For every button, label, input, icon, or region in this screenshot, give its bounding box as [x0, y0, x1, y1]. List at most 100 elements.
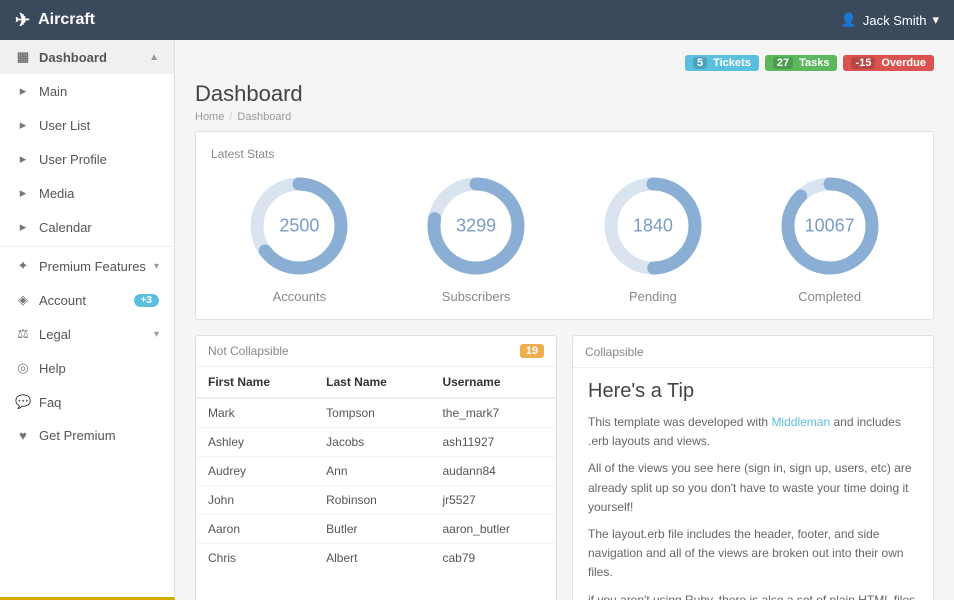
sidebar-divider-1	[0, 246, 174, 247]
tasks-count: 27	[773, 57, 793, 69]
sidebar-item-legal[interactable]: ⚖ Legal ▾	[0, 317, 174, 351]
cell-username: cab79	[430, 544, 556, 573]
stats-title: Latest Stats	[211, 147, 918, 161]
tip-panel: Collapsible Here's a Tip This template w…	[572, 335, 934, 600]
col-firstname: First Name	[196, 367, 314, 398]
user-dropdown-icon: ▾	[932, 12, 939, 28]
account-badge: +3	[134, 294, 159, 307]
sidebar-item-get-premium[interactable]: ♥ Get Premium	[0, 419, 174, 452]
col-username: Username	[430, 367, 556, 398]
plane-icon: ✈	[15, 10, 30, 31]
sidebar-item-main[interactable]: ▸ Main	[0, 74, 174, 108]
cell-firstname: John	[196, 486, 314, 515]
cell-username: jr5527	[430, 486, 556, 515]
main-icon: ▸	[15, 83, 31, 99]
tasks-badge: 27 Tasks	[765, 55, 838, 71]
overdue-count: -15	[851, 57, 875, 69]
tip-para-3: The layout.erb file includes the header,…	[588, 525, 918, 583]
sidebar-label-premium: Premium Features	[39, 259, 146, 274]
cell-lastname: Tompson	[314, 398, 430, 428]
cell-username: ash11927	[430, 428, 556, 457]
donut-subscribers: 3299	[421, 171, 531, 281]
chevron-up-icon: ▲	[149, 52, 159, 63]
donut-label-accounts: 2500	[279, 216, 319, 237]
donut-pending: 1840	[598, 171, 708, 281]
cell-lastname: Butler	[314, 515, 430, 544]
sidebar-label-userlist: User List	[39, 118, 90, 133]
table-row: John Robinson jr5527	[196, 486, 556, 515]
sidebar-item-user-profile[interactable]: ▸ User Profile	[0, 142, 174, 176]
sidebar-label-help: Help	[39, 361, 66, 376]
sidebar-item-media[interactable]: ▸ Media	[0, 176, 174, 210]
cell-lastname: Jacobs	[314, 428, 430, 457]
chart-subscribers: 3299 Subscribers	[421, 171, 531, 304]
sidebar-label-faq: Faq	[39, 395, 61, 410]
sidebar-item-user-list[interactable]: ▸ User List	[0, 108, 174, 142]
user-name: Jack Smith	[863, 13, 927, 28]
sidebar-item-dashboard[interactable]: ▦ Dashboard ▲	[0, 40, 174, 74]
sidebar-item-faq[interactable]: 💬 Faq	[0, 385, 174, 419]
sidebar-item-help[interactable]: ◎ Help	[0, 351, 174, 385]
table-panel-header: Not Collapsible 19	[196, 336, 556, 367]
stats-section: Latest Stats 2500 Accounts	[195, 131, 934, 320]
cell-firstname: Mark	[196, 398, 314, 428]
cell-firstname: Aaron	[196, 515, 314, 544]
col-lastname: Last Name	[314, 367, 430, 398]
sidebar-label-media: Media	[39, 186, 74, 201]
tickets-badge: 5 Tickets	[685, 55, 759, 71]
page-header: Dashboard Home / Dashboard	[195, 81, 934, 123]
bottom-row: Not Collapsible 19 First Name Last Name …	[195, 335, 934, 600]
chart-completed: 10067 Completed	[775, 171, 885, 304]
chevron-down-icon: ▾	[154, 261, 159, 272]
cell-username: audann84	[430, 457, 556, 486]
sidebar-label-main: Main	[39, 84, 67, 99]
donut-label-subscribers: 3299	[456, 216, 496, 237]
cell-firstname: Ashley	[196, 428, 314, 457]
table-header-row: First Name Last Name Username	[196, 367, 556, 398]
help-icon: ◎	[15, 360, 31, 376]
sidebar-item-calendar[interactable]: ▸ Calendar	[0, 210, 174, 244]
legal-chevron-icon: ▾	[154, 329, 159, 340]
breadcrumb-sep: /	[229, 111, 232, 123]
sidebar-item-account[interactable]: ◈ Account +3	[0, 283, 174, 317]
tip-panel-header: Collapsible	[573, 336, 933, 368]
cell-lastname: Ann	[314, 457, 430, 486]
middleman-link[interactable]: Middleman	[771, 415, 830, 429]
sidebar-item-premium-features[interactable]: ✦ Premium Features ▾	[0, 249, 174, 283]
tickets-count: 5	[693, 57, 707, 69]
user-menu[interactable]: 👤 Jack Smith ▾	[841, 12, 939, 28]
sidebar-label-calendar: Calendar	[39, 220, 92, 235]
cell-firstname: Chris	[196, 544, 314, 573]
chart-accounts: 2500 Accounts	[244, 171, 354, 304]
sidebar-label-userprofile: User Profile	[39, 152, 107, 167]
donut-label-completed: 10067	[805, 216, 855, 237]
cell-username: the_mark7	[430, 398, 556, 428]
sidebar: ▦ Dashboard ▲ ▸ Main ▸ User List ▸ User …	[0, 40, 175, 600]
sidebar-label-legal: Legal	[39, 327, 71, 342]
tasks-label: Tasks	[799, 57, 829, 69]
chart-name-completed: Completed	[798, 289, 861, 304]
sidebar-label-account: Account	[39, 293, 86, 308]
cell-firstname: Audrey	[196, 457, 314, 486]
breadcrumb: Home / Dashboard	[195, 111, 934, 123]
breadcrumb-home[interactable]: Home	[195, 111, 224, 123]
table-body: Mark Tompson the_mark7 Ashley Jacobs ash…	[196, 398, 556, 572]
brand[interactable]: ✈ Aircraft	[15, 10, 95, 31]
table-head: First Name Last Name Username	[196, 367, 556, 398]
chart-name-accounts: Accounts	[273, 289, 326, 304]
dashboard-icon: ▦	[15, 49, 31, 65]
heart-icon: ♥	[15, 428, 31, 443]
page-title: Dashboard	[195, 81, 934, 107]
chart-pending: 1840 Pending	[598, 171, 708, 304]
user-icon: 👤	[841, 12, 857, 28]
top-nav: ✈ Aircraft 👤 Jack Smith ▾	[0, 0, 954, 40]
sidebar-label-dashboard: Dashboard	[39, 50, 107, 65]
cell-username: aaron_butler	[430, 515, 556, 544]
calendar-icon: ▸	[15, 219, 31, 235]
userlist-icon: ▸	[15, 117, 31, 133]
table-panel-badge: 19	[520, 344, 544, 358]
table-row: Audrey Ann audann84	[196, 457, 556, 486]
tip-para-1: This template was developed with Middlem…	[588, 413, 918, 451]
tip-panel-title: Collapsible	[585, 345, 644, 359]
chart-name-pending: Pending	[629, 289, 677, 304]
